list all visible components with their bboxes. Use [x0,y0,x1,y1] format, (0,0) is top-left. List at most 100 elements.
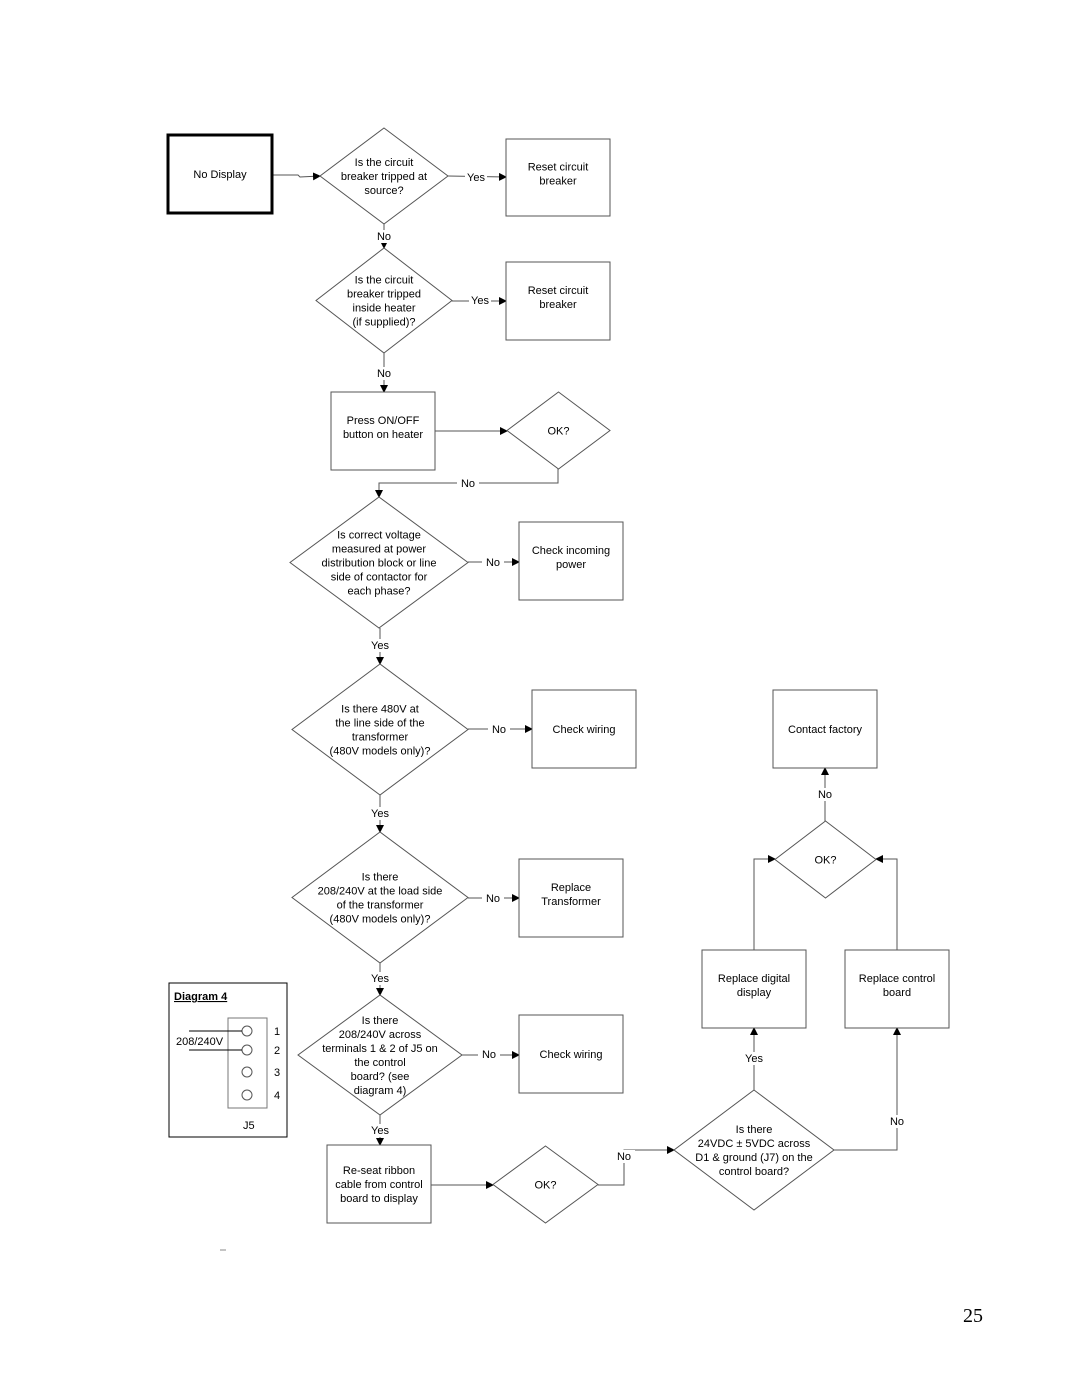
node-text: breaker [539,176,577,188]
edge-label: No [377,231,391,243]
process-box-r6: Contact factory [772,689,878,769]
node-text: Replace [551,882,591,894]
process-box-r7: Replace Transformer [518,858,624,938]
node-text: Is there [362,1015,399,1027]
edge-label: Yes [371,1125,389,1137]
pin-number: 2 [274,1045,280,1057]
connector-arrow [834,1027,901,1151]
edge-label: No [492,724,506,736]
decision-diamond-d7: Is there 208/240V at the load side of the … [291,831,469,964]
node-text: terminals 1 & 2 of J5 on [322,1043,438,1055]
pin-terminal [241,1025,253,1037]
process-box-r8: Replace digital display [701,949,807,1029]
node-text: distribution block or line [322,558,437,570]
node-text: Replace digital [718,973,790,985]
node-text: No Display [193,169,247,181]
process-box-r9: Replace control board [844,949,950,1029]
process-box-r5: Check wiring [531,689,637,769]
node-text: Check incoming [532,545,610,557]
node-text: transformer [352,732,409,744]
node-text: Is the circuit [355,275,414,287]
connector-arrow [753,855,776,950]
decision-diamond-d2: Is the circuit breaker tripped inside heat… [315,247,453,354]
node-text: Re-seat ribbon [343,1165,415,1177]
node-text: Is there 480V at [341,704,419,716]
diagram-title: Diagram 4 [174,991,228,1003]
node-text: board? (see [351,1071,410,1083]
edge-label: No [617,1151,631,1163]
node-text: of the transformer [337,900,424,912]
edge-label: Yes [371,640,389,652]
node-text: OK? [534,1180,556,1192]
node-text: Check wiring [553,724,616,736]
connector-arrow [598,1146,675,1186]
pin-terminal [241,1089,253,1101]
diagram-4-inset: Diagram 4 1 2 3 4 208/240V J5 [168,982,288,1138]
node-text: measured at power [332,544,426,556]
node-text: side of contactor for [331,572,428,584]
decision-diamond-d6: OK? [774,820,877,899]
pin-terminal [241,1066,253,1078]
node-text: board [883,987,911,999]
node-text: OK? [547,426,569,438]
process-box-start: No Display [166,133,274,215]
node-text: OK? [814,855,836,867]
node-text: each phase? [348,586,411,598]
edge-label: No [377,368,391,380]
node-text: Check wiring [540,1049,603,1061]
node-text: Contact factory [788,724,862,736]
voltage-label: 208/240V [176,1036,224,1048]
node-text: Reset circuit [528,162,589,174]
edge-label: No [890,1116,904,1128]
connector-arrow [875,855,898,950]
node-text: D1 & ground (J7) on the [695,1152,812,1164]
process-box-r3: Press ON/OFF button on heater [330,391,436,471]
decision-diamond-d5: Is there 480V at the line side of the tran… [291,663,469,796]
node-text: breaker tripped [347,289,421,301]
node-text: power [556,559,586,571]
process-box-r1: Reset circuit breaker [505,138,611,217]
node-text: (if supplied)? [353,317,416,329]
edge-label: No [482,1049,496,1061]
edge-label: Yes [371,973,389,985]
edge-label: Yes [745,1053,763,1065]
node-text: cable from control [335,1179,422,1191]
node-text: button on heater [343,429,423,441]
node-text: Reset circuit [528,285,589,297]
node-text: Is there [362,872,399,884]
pin-number: 1 [274,1026,280,1038]
decision-diamond-d8: Is there 208/240V across terminals 1 & 2 o… [297,994,463,1116]
node-text: inside heater [353,303,416,315]
page-number: 25 [963,1305,983,1327]
pin-number: 3 [274,1067,280,1079]
node-text: source? [364,185,403,197]
node-text: breaker tripped at [341,171,427,183]
edge-label: No [818,789,832,801]
node-text: the line side of the [335,718,424,730]
node-text: diagram 4) [354,1085,407,1097]
process-box-r2: Reset circuit breaker [505,261,611,341]
process-box-r10: Check wiring [518,1014,624,1094]
node-text: Replace control [859,973,935,985]
pin-number: 4 [274,1090,280,1102]
node-text: Is correct voltage [337,530,421,542]
edge-label: No [486,557,500,569]
decision-diamond-d10: Is there 24VDC ± 5VDC across D1 & ground (… [673,1089,835,1211]
edge-label: Yes [467,172,485,184]
node-text: Is there [736,1124,773,1136]
process-box-r4: Check incoming power [518,521,624,601]
edge-label: Yes [371,808,389,820]
node-text: display [737,987,772,999]
node-text: Transformer [541,896,601,908]
edge-label: No [486,893,500,905]
node-text: (480V models only)? [330,914,431,926]
node-text: board to display [340,1193,418,1205]
decision-diamond-d3: OK? [506,391,611,470]
pin-terminal [241,1044,253,1056]
node-text: (480V models only)? [330,746,431,758]
node-text: breaker [539,299,577,311]
connector-arrow [272,172,321,181]
node-text: the control [354,1057,405,1069]
decision-diamond-d4: Is correct voltage measured at power distr… [289,496,469,629]
process-box-r11: Re-seat ribbon cable from control board to… [326,1144,432,1224]
